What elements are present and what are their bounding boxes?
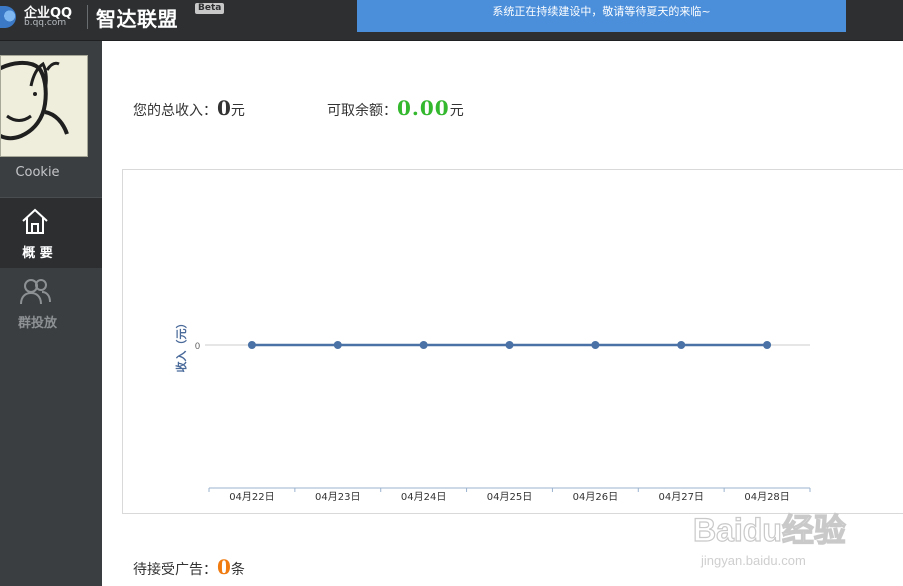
income-line-chart: 0 收入（元） 04月22日 04月23日 04月24日 04月25日 04月26日 04月2… (174, 318, 811, 503)
sidebar-item-label: 群投放 (17, 316, 57, 331)
sidebar-item-group-delivery[interactable]: 群投放 (0, 268, 102, 338)
data-point (333, 341, 342, 349)
data-point (763, 341, 772, 349)
watermark-brand: Baidu经验 (693, 512, 846, 548)
total-income: 您的总收入：0元 (133, 96, 245, 120)
pending-ads-value: 0 (217, 555, 231, 579)
available-balance-value: 0.00 (397, 96, 450, 120)
total-income-label: 您的总收入： (133, 103, 217, 119)
avatar-drawing (1, 56, 87, 156)
data-point (419, 341, 428, 349)
available-balance-label: 可取余额： (327, 103, 397, 119)
x-tick-label: 04月26日 (573, 491, 618, 503)
income-chart: 0 收入（元） 04月22日 04月23日 04月24日 04月25日 04月26日 04月2… (122, 169, 903, 514)
y-tick-label: 0 (195, 341, 200, 351)
data-point (591, 341, 600, 349)
top-bar: 企业QQ b.qq.com 智达联盟 Beta 系统正在持续建设中，敬请等待夏天… (0, 0, 903, 41)
users-icon (20, 279, 51, 305)
sidebar-item-overview[interactable]: 概 要 (0, 198, 102, 268)
sidebar-item-label: 概 要 (22, 246, 53, 261)
beta-badge: Beta (195, 3, 225, 14)
x-tick-label: 04月22日 (229, 491, 274, 503)
x-tick-label: 04月27日 (658, 491, 703, 503)
total-income-value: 0 (217, 96, 231, 120)
baidu-jingyan-watermark: Baidu经验 jingyan.baidu.com (691, 509, 861, 575)
qq-logo-icon (0, 6, 16, 28)
total-income-unit: 元 (230, 103, 245, 119)
data-point (677, 341, 686, 349)
system-notice-banner: 系统正在持续建设中，敬请等待夏天的来临~ (357, 0, 846, 32)
pending-ads: 待接受广告：0条 (133, 555, 245, 579)
x-tick-label: 04月24日 (401, 491, 446, 503)
pending-ads-unit: 条 (230, 562, 245, 578)
pending-ads-label: 待接受广告： (133, 562, 217, 578)
logo-domain: b.qq.com (24, 18, 67, 28)
x-tick-label: 04月28日 (744, 491, 789, 503)
x-tick-label: 04月23日 (315, 491, 360, 503)
qq-enterprise-logo[interactable]: 企业QQ b.qq.com (0, 0, 80, 36)
watermark-url: jingyan.baidu.com (700, 553, 806, 568)
app-title: 智达联盟 (96, 7, 178, 31)
available-balance-unit: 元 (449, 103, 464, 119)
available-balance: 可取余额：0.00元 (327, 96, 464, 120)
baidu-watermark-logo: Baidu经验 jingyan.baidu.com (692, 511, 846, 568)
y-axis-label: 收入（元） (174, 318, 188, 373)
header-divider (87, 5, 88, 29)
user-name: Cookie (15, 165, 60, 180)
x-tick-label: 04月25日 (487, 491, 532, 503)
home-icon (22, 208, 48, 234)
data-point (505, 341, 514, 349)
sidebar: Cookie 概 要 群投放 (0, 41, 102, 586)
data-point (247, 341, 256, 349)
avatar[interactable] (0, 55, 88, 157)
